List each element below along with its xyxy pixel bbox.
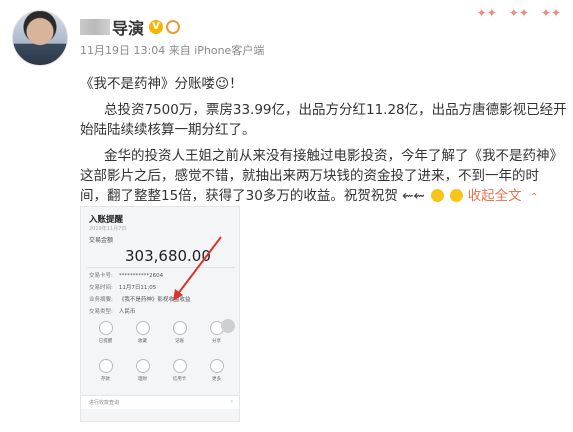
name-redaction: [80, 19, 110, 35]
post-meta: 11月19日 13:04 来自 iPhone客户端: [80, 42, 264, 58]
emoji-icon: [450, 189, 464, 202]
attached-image[interactable]: 入账提醒 2019年11月7日 交易金额 303,680.00 交易卡号: ***…: [80, 206, 240, 422]
shot-footer: 进行收款查询 ›: [81, 395, 239, 409]
post-title-line: 《我不是药神》分账喽😉！: [80, 76, 243, 92]
weibo-post: 导演 V 11月19日 13:04 来自 iPhone客户端 ✦✦ ✦✦ ✦✦ …: [0, 0, 573, 432]
author-name[interactable]: 导演: [112, 15, 144, 39]
author-row: 导演 V: [80, 15, 181, 39]
collapse-chevron-icon[interactable]: ⌃: [530, 192, 538, 203]
avatar[interactable]: [12, 10, 68, 66]
gray-dot-icon: [221, 319, 235, 333]
shot-icon: 更多: [200, 359, 234, 382]
shot-icon: 收藏: [126, 321, 160, 344]
post-text-line: 总投资7500万，票房33.99亿，出品方分红11.28亿，出品方唐德影视已经开: [104, 102, 567, 118]
sparkle-icon: ✦✦: [540, 6, 561, 20]
post-text-line: 金华的投资人王姐之前从来没有接触过电影投资，今年了解了《我不是药神》: [104, 148, 563, 164]
arrow-emoji-icon: ⇜⇜: [402, 188, 425, 204]
verified-badge-icon: V: [149, 20, 164, 34]
sparkle-decoration: ✦✦ ✦✦ ✦✦: [477, 6, 561, 20]
shot-icon: 理财: [126, 359, 160, 382]
shot-icon: 已提醒: [89, 321, 123, 344]
sparkle-icon: ✦✦: [476, 6, 497, 20]
shot-icon: 记账: [163, 321, 197, 344]
post-timestamp[interactable]: 11月19日 13:04: [80, 44, 165, 57]
chevron-right-icon: ›: [230, 398, 233, 405]
shot-footer-text: 进行收款查询: [89, 400, 120, 406]
post-text-line: 始陆陆续续核算一期分红了。: [80, 122, 256, 138]
sparkle-icon: ✦✦: [508, 6, 529, 20]
post-text-line: 这部影片之后，感觉不错，就抽出来两万块钱的资金投了进来，不到一年的时: [80, 168, 539, 184]
shot-icon: 存款: [89, 359, 123, 382]
shot-icon-row: 已提醒 收藏 记账 分享: [87, 321, 235, 344]
emoji-icon: [431, 189, 445, 202]
fans-icon: [166, 20, 181, 34]
post-text: 间，翻了整整15倍，获得了30多万的收益。祝贺祝贺: [80, 188, 398, 204]
red-arrow-icon: [173, 236, 222, 301]
post-source: 来自 iPhone客户端: [168, 44, 265, 57]
post-text-line-last: 间，翻了整整15倍，获得了30多万的收益。祝贺祝贺 ⇜⇜ 收起全文 ⌃: [80, 184, 538, 204]
shot-icon-row: 存款 理财 信用卡 更多: [87, 359, 235, 382]
shot-icon: 信用卡: [163, 359, 197, 382]
collapse-link[interactable]: 收起全文: [468, 188, 522, 204]
